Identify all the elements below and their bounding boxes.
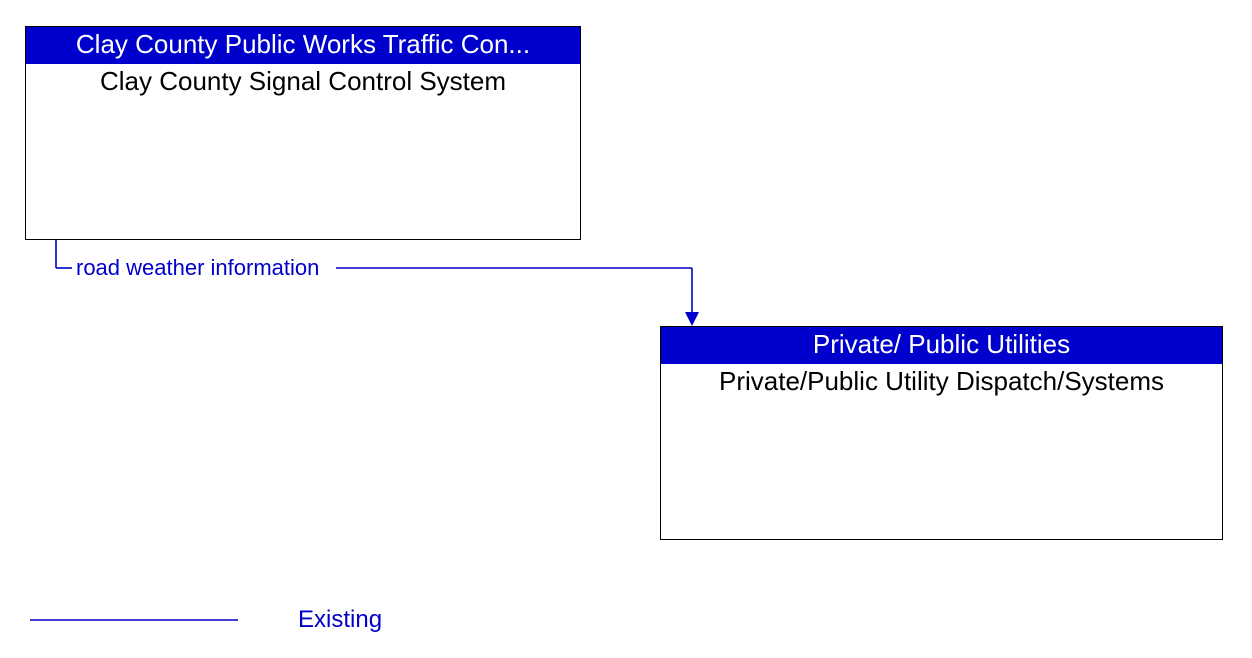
node-source: Clay County Public Works Traffic Con... … [25,26,581,240]
legend-existing-label: Existing [298,606,382,634]
node-target-header: Private/ Public Utilities [661,327,1222,364]
node-source-header: Clay County Public Works Traffic Con... [26,27,580,64]
node-target: Private/ Public Utilities Private/Public… [660,326,1223,540]
flow-label-road-weather: road weather information [76,255,319,281]
node-source-body: Clay County Signal Control System [26,64,580,99]
node-target-body: Private/Public Utility Dispatch/Systems [661,364,1222,399]
flow-arrowhead [685,312,699,326]
